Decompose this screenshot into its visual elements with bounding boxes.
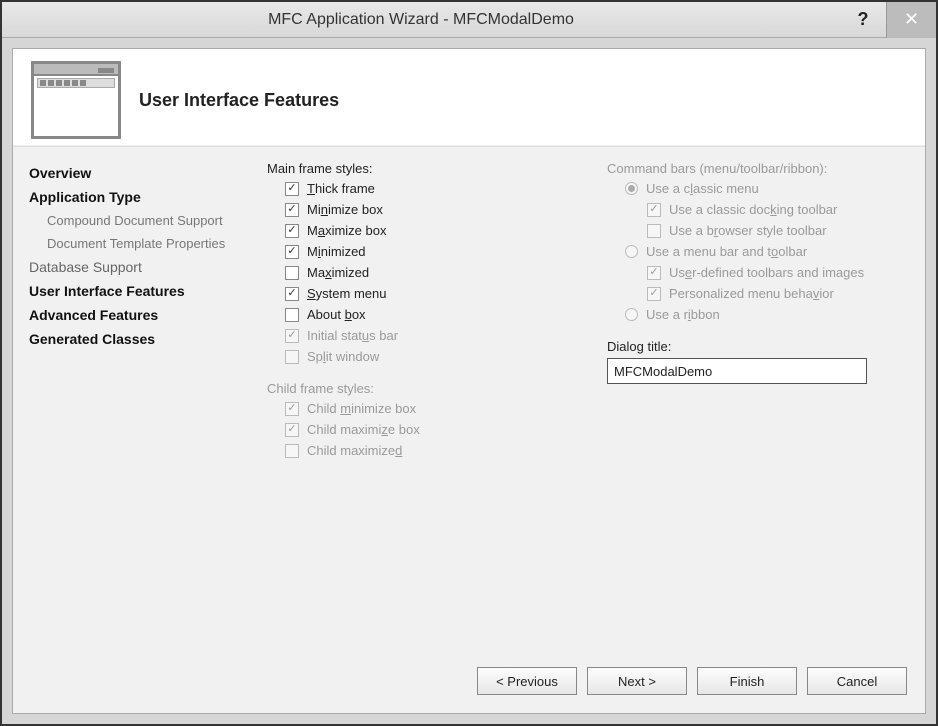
checkbox-icon	[285, 266, 299, 280]
dialog-title-label: Dialog title:	[607, 339, 907, 354]
option-label: Use a classic menu	[646, 181, 759, 196]
checkbox-icon: ✓	[647, 266, 661, 280]
command-bars-radio-3: Use a menu bar and toolbar	[607, 241, 907, 262]
checkbox-icon: ✓	[285, 224, 299, 238]
help-button[interactable]: ?	[840, 6, 886, 34]
titlebar: MFC Application Wizard - MFCModalDemo ? …	[2, 2, 936, 38]
checkbox-icon: ✓	[285, 423, 299, 437]
checkbox-icon: ✓	[647, 203, 661, 217]
close-button[interactable]: ✕	[886, 2, 936, 38]
checkbox-icon: ✓	[285, 203, 299, 217]
main-frame-checkbox-6[interactable]: About box	[267, 304, 567, 325]
wizard-window: MFC Application Wizard - MFCModalDemo ? …	[0, 0, 938, 726]
dialog-title-input[interactable]: MFCModalDemo	[607, 358, 867, 384]
panel: User Interface Features OverviewApplicat…	[12, 48, 926, 714]
checkbox-label: Minimized	[307, 244, 366, 259]
checkbox-label: Thick frame	[307, 181, 375, 196]
command-bars-check-5: ✓ Personalized menu behavior	[607, 283, 907, 304]
checkbox-icon	[285, 350, 299, 364]
command-bars-radio-6: Use a ribbon	[607, 304, 907, 325]
checkbox-label: Minimize box	[307, 202, 383, 217]
option-label: Use a ribbon	[646, 307, 720, 322]
main-frame-checkbox-8: Split window	[267, 346, 567, 367]
checkbox-label: Child maximize box	[307, 422, 420, 437]
option-label: User-defined toolbars and images	[669, 265, 864, 280]
command-bars-check-4: ✓ User-defined toolbars and images	[607, 262, 907, 283]
next-button[interactable]: Next >	[587, 667, 687, 695]
columns: Main frame styles: ✓ Thick frame ✓ Minimize…	[267, 159, 907, 657]
page-title: User Interface Features	[139, 90, 339, 111]
previous-button[interactable]: < Previous	[477, 667, 577, 695]
window-title: MFC Application Wizard - MFCModalDemo	[2, 11, 840, 29]
close-icon: ✕	[904, 9, 919, 30]
child-frame-checkbox-1: ✓ Child maximize box	[267, 419, 567, 440]
sidebar-item-0[interactable]: Overview	[27, 161, 257, 185]
checkbox-icon: ✓	[285, 329, 299, 343]
main-frame-checkbox-1[interactable]: ✓ Minimize box	[267, 199, 567, 220]
checkbox-label: Maximized	[307, 265, 369, 280]
radio-icon	[625, 308, 638, 321]
checkbox-icon: ✓	[285, 245, 299, 259]
checkbox-label: Split window	[307, 349, 379, 364]
main-frame-checkbox-5[interactable]: ✓ System menu	[267, 283, 567, 304]
main-frame-styles-label: Main frame styles:	[267, 161, 567, 176]
sidebar: OverviewApplication TypeCompound Documen…	[13, 147, 263, 713]
sidebar-item-4[interactable]: Database Support	[27, 255, 257, 279]
main-frame-checkbox-2[interactable]: ✓ Maximize box	[267, 220, 567, 241]
main-frame-checkbox-4[interactable]: Maximized	[267, 262, 567, 283]
command-bars-check-1: ✓ Use a classic docking toolbar	[607, 199, 907, 220]
wizard-header-icon	[31, 61, 121, 139]
option-label: Use a menu bar and toolbar	[646, 244, 807, 259]
checkbox-icon: ✓	[285, 402, 299, 416]
sidebar-item-2[interactable]: Compound Document Support	[27, 209, 257, 232]
dialog-title-value: MFCModalDemo	[614, 364, 712, 379]
checkbox-icon	[285, 444, 299, 458]
checkbox-label: Initial status bar	[307, 328, 398, 343]
command-bars-label: Command bars (menu/toolbar/ribbon):	[607, 161, 907, 176]
sidebar-item-7[interactable]: Generated Classes	[27, 327, 257, 351]
child-frame-checkbox-0: ✓ Child minimize box	[267, 398, 567, 419]
child-frame-styles-label: Child frame styles:	[267, 381, 567, 396]
right-column: Command bars (menu/toolbar/ribbon): Use …	[607, 159, 907, 657]
command-bars-radio-0: Use a classic menu	[607, 178, 907, 199]
main: Main frame styles: ✓ Thick frame ✓ Minimize…	[263, 147, 925, 713]
radio-icon	[625, 245, 638, 258]
left-column: Main frame styles: ✓ Thick frame ✓ Minimize…	[267, 159, 567, 657]
header: User Interface Features	[13, 49, 925, 146]
cancel-button[interactable]: Cancel	[807, 667, 907, 695]
footer: < Previous Next > Finish Cancel	[267, 657, 907, 701]
sidebar-item-1[interactable]: Application Type	[27, 185, 257, 209]
checkbox-label: Child minimize box	[307, 401, 416, 416]
checkbox-icon	[647, 224, 661, 238]
checkbox-label: System menu	[307, 286, 386, 301]
main-frame-checkbox-3[interactable]: ✓ Minimized	[267, 241, 567, 262]
main-frame-checkbox-7: ✓ Initial status bar	[267, 325, 567, 346]
sidebar-item-3[interactable]: Document Template Properties	[27, 232, 257, 255]
content-outer: User Interface Features OverviewApplicat…	[2, 38, 936, 724]
checkbox-icon: ✓	[647, 287, 661, 301]
checkbox-icon: ✓	[285, 287, 299, 301]
sidebar-item-5[interactable]: User Interface Features	[27, 279, 257, 303]
main-frame-checkbox-0[interactable]: ✓ Thick frame	[267, 178, 567, 199]
sidebar-item-6[interactable]: Advanced Features	[27, 303, 257, 327]
checkbox-icon	[285, 308, 299, 322]
checkbox-label: Maximize box	[307, 223, 387, 238]
option-label: Use a browser style toolbar	[669, 223, 827, 238]
body: OverviewApplication TypeCompound Documen…	[13, 146, 925, 713]
checkbox-icon: ✓	[285, 182, 299, 196]
checkbox-label: Child maximized	[307, 443, 402, 458]
option-label: Personalized menu behavior	[669, 286, 834, 301]
child-frame-checkbox-2: Child maximized	[267, 440, 567, 461]
command-bars-check-2: Use a browser style toolbar	[607, 220, 907, 241]
checkbox-label: About box	[307, 307, 366, 322]
option-label: Use a classic docking toolbar	[669, 202, 837, 217]
radio-icon	[625, 182, 638, 195]
finish-button[interactable]: Finish	[697, 667, 797, 695]
